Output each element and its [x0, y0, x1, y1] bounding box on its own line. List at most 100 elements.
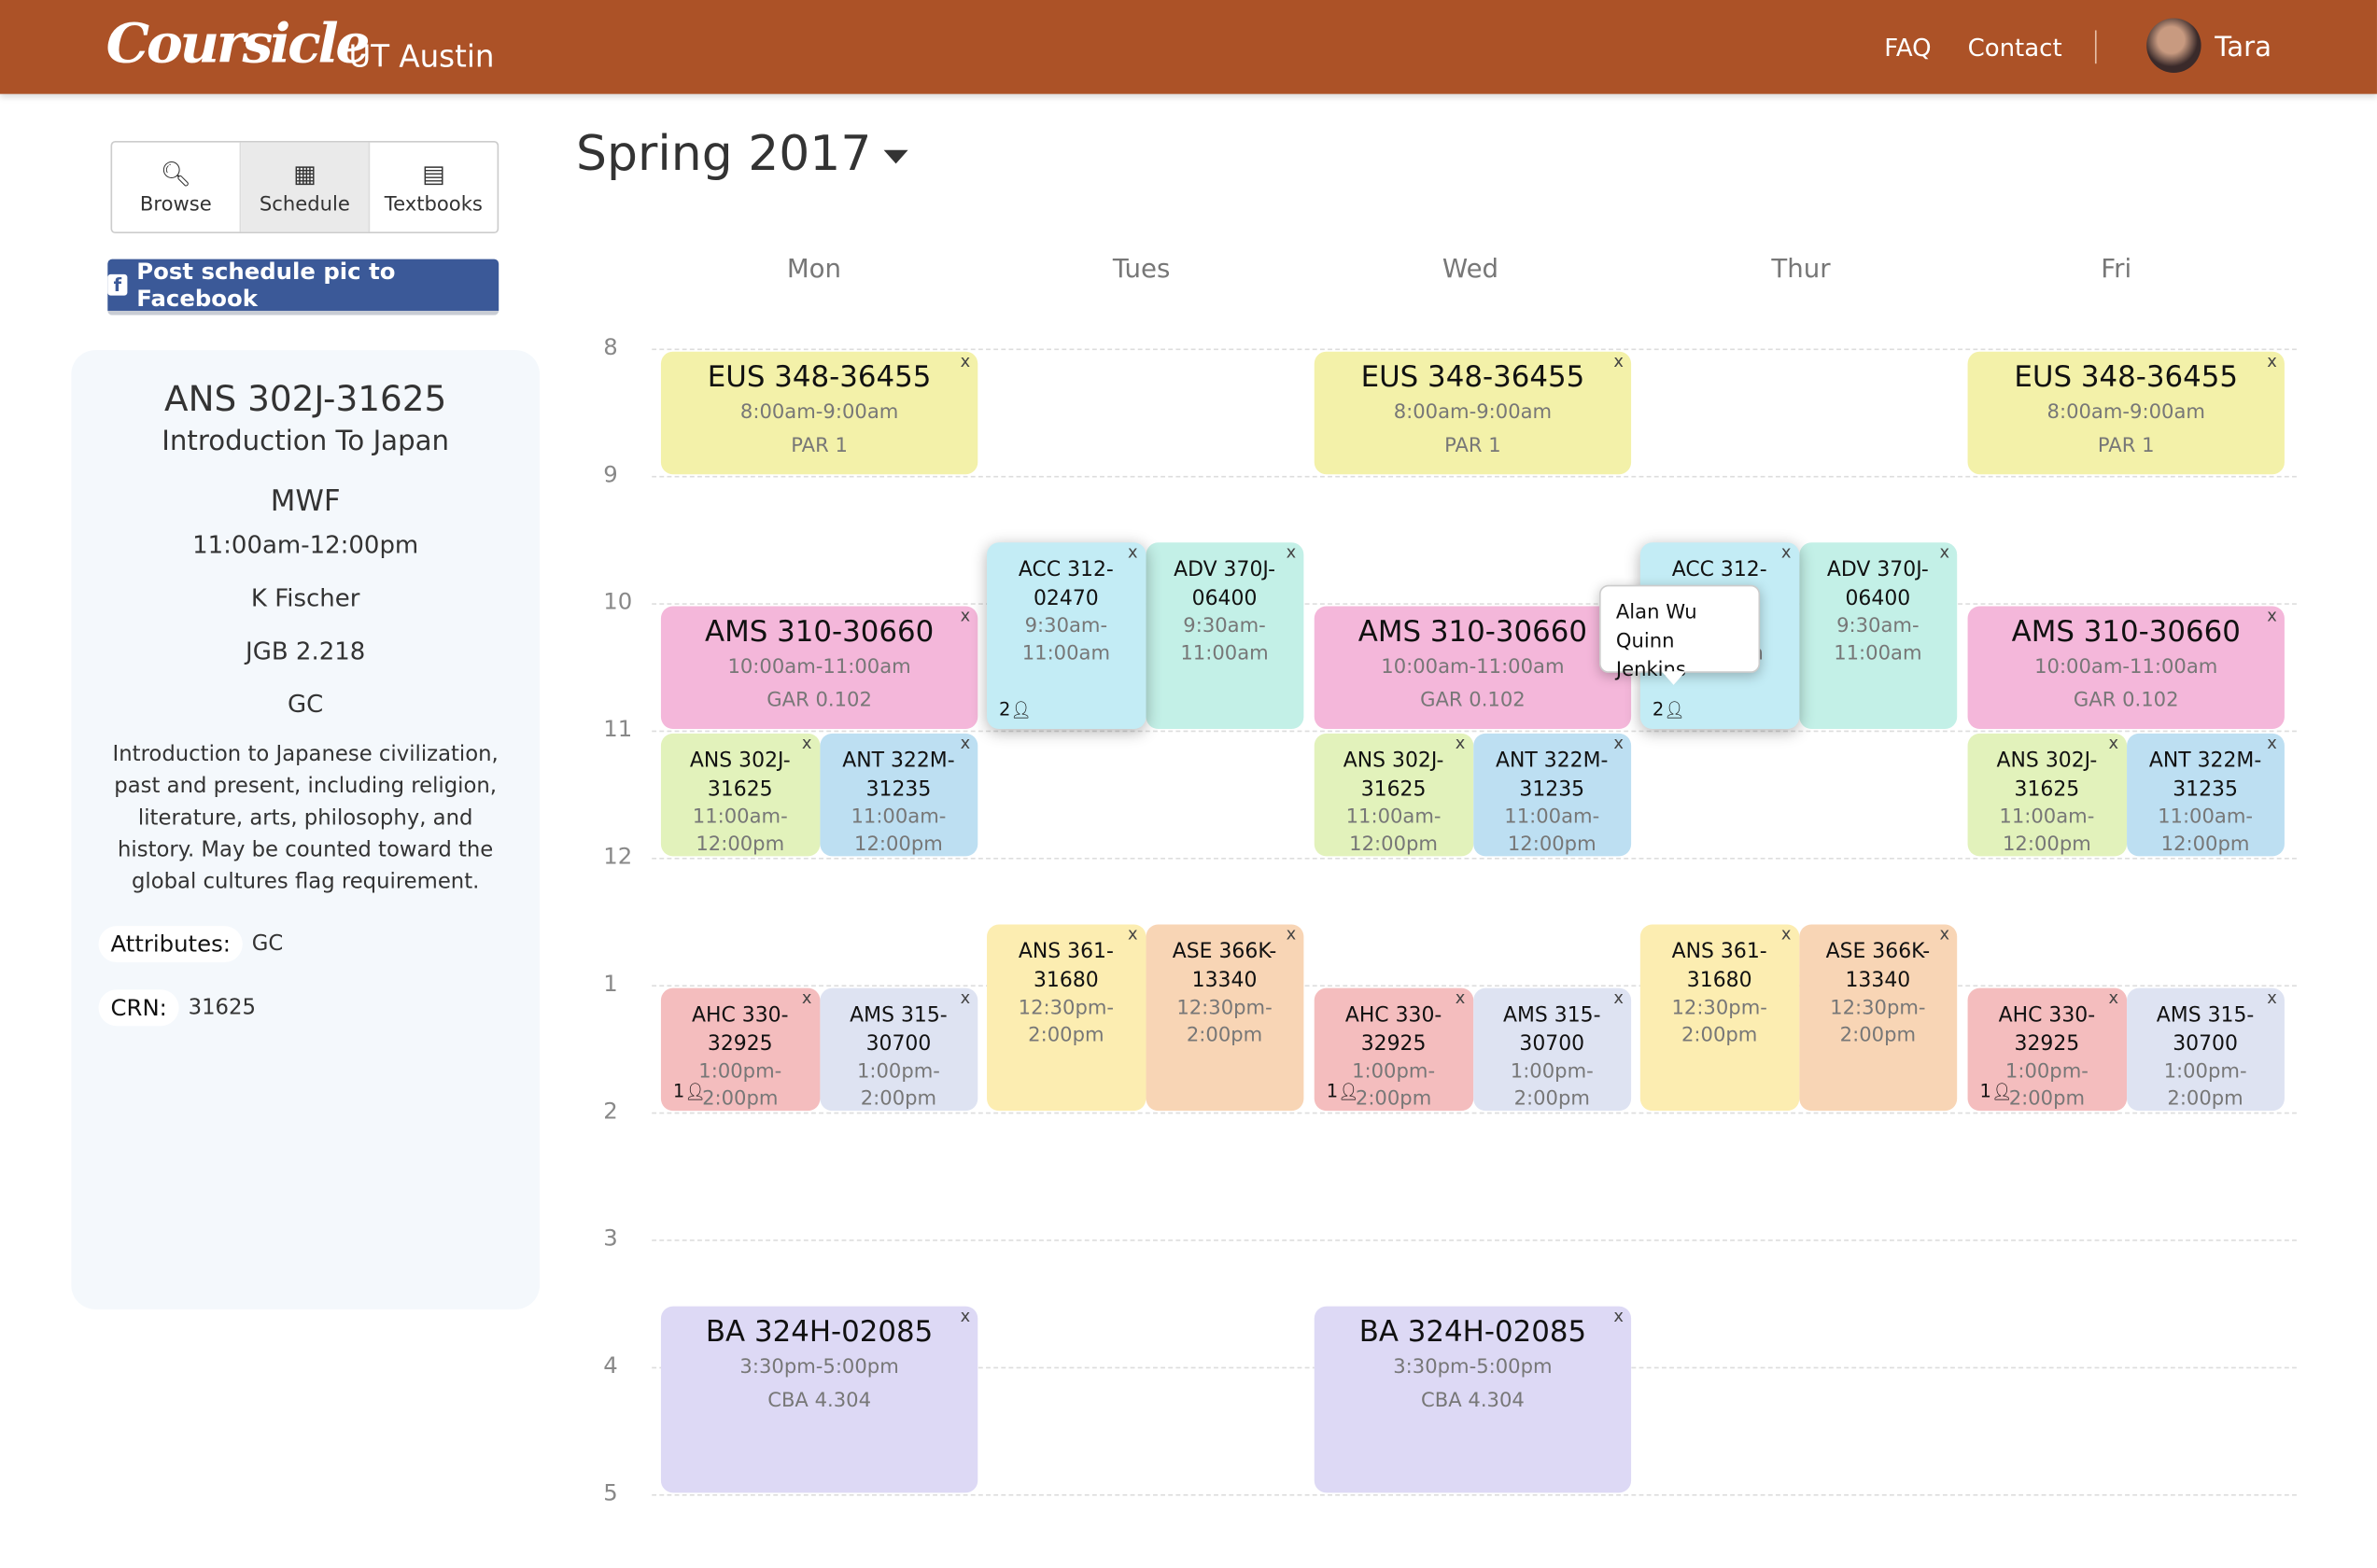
course-block[interactable]: x AHC 330-32925 1:00pm-2:00pm 1👤︎ — [1314, 987, 1473, 1112]
remove-course-button[interactable]: x — [1287, 542, 1297, 562]
remove-course-button[interactable]: x — [2267, 988, 2277, 1008]
hour-gridline — [652, 985, 2297, 987]
course-code: ASE 366K-13340 — [1172, 939, 1277, 993]
course-time: 11:00am-12:00pm — [851, 805, 947, 857]
course-block[interactable]: x ANT 322M-31235 11:00am-12:00pm — [2126, 733, 2285, 857]
course-block[interactable]: x EUS 348-36455 8:00am-9:00am PAR 1 — [1967, 351, 2285, 475]
remove-course-button[interactable]: x — [961, 988, 971, 1008]
remove-course-button[interactable]: x — [1613, 988, 1624, 1008]
remove-course-button[interactable]: x — [1287, 924, 1297, 944]
course-block[interactable]: x AHC 330-32925 1:00pm-2:00pm 1👤︎ — [660, 987, 820, 1112]
course-code: ANT 322M-31235 — [842, 749, 955, 802]
remove-course-button[interactable]: x — [1939, 924, 1949, 944]
course-block[interactable]: x EUS 348-36455 8:00am-9:00am PAR 1 — [1314, 351, 1632, 475]
remove-course-button[interactable]: x — [2267, 606, 2277, 625]
remove-course-button[interactable]: x — [2267, 734, 2277, 753]
course-block[interactable]: xAMS 310-3066010:00am-11:00amGAR 0.102 — [1314, 606, 1632, 729]
course-block[interactable]: xAMS 310-3066010:00am-11:00amGAR 0.102 — [1967, 606, 2285, 729]
remove-course-button[interactable]: x — [2109, 734, 2119, 753]
avatar[interactable] — [2146, 18, 2201, 73]
tab-browse[interactable]: 🔍︎ Browse — [112, 142, 242, 232]
course-block[interactable]: x AHC 330-32925 1:00pm-2:00pm 1👤︎ — [1967, 987, 2127, 1112]
course-instructor: K Fischer — [250, 583, 360, 612]
tab-label: Browse — [139, 193, 212, 217]
friends-count[interactable]: 2👤︎ — [999, 699, 1032, 721]
course-block[interactable]: x EUS 348-36455 8:00am-9:00am PAR 1 — [660, 351, 978, 475]
course-time: 1:00pm-2:00pm — [856, 1060, 940, 1112]
remove-course-button[interactable]: x — [2109, 988, 2119, 1008]
person-icon: 👤︎ — [1664, 700, 1685, 721]
remove-course-button[interactable]: x — [961, 352, 971, 371]
course-time: 11:00am-12:00pm — [2158, 805, 2254, 857]
tab-textbooks[interactable]: ▤ Textbooks — [370, 143, 497, 232]
course-code: ANS 361-31680 — [1671, 939, 1767, 993]
remove-course-button[interactable]: x — [961, 1307, 971, 1326]
course-block[interactable]: x ANS 302J-31625 11:00am-12:00pm — [1314, 733, 1473, 857]
course-block[interactable]: x ASE 366K-13340 12:30pm-2:00pm — [1798, 924, 1958, 1112]
course-time: 11:00am-12:00pm — [1999, 805, 2095, 857]
course-block[interactable]: x ASE 366K-13340 12:30pm-2:00pm — [1145, 924, 1304, 1112]
course-block[interactable]: x AMS 315-30700 1:00pm-2:00pm — [2126, 987, 2285, 1112]
course-code: ANS 302J-31625 — [689, 749, 791, 802]
remove-course-button[interactable]: x — [1456, 734, 1466, 753]
person-icon: 👤︎ — [684, 1082, 707, 1102]
user-name[interactable]: Tara — [2215, 32, 2272, 63]
hour-gridline — [652, 603, 2297, 605]
remove-course-button[interactable]: x — [1939, 542, 1949, 562]
remove-course-button[interactable]: x — [1456, 988, 1466, 1008]
course-block[interactable]: x ACC 312-024709:30am-11:00am 2👤︎ — [987, 542, 1146, 729]
remove-course-button[interactable]: x — [1613, 352, 1624, 371]
friends-count[interactable]: 1👤︎ — [673, 1081, 706, 1102]
course-detail-panel: ANS 302J-31625 Introduction To Japan MWF… — [71, 350, 541, 1309]
remove-course-button[interactable]: x — [961, 734, 971, 753]
nav-divider — [2094, 30, 2097, 64]
remove-course-button[interactable]: x — [1781, 542, 1792, 562]
course-block[interactable]: xAMS 310-3066010:00am-11:00amGAR 0.102 — [660, 606, 978, 729]
friends-count[interactable]: 2👤︎ — [1653, 699, 1685, 721]
remove-course-button[interactable]: x — [1613, 1307, 1624, 1326]
friends-count[interactable]: 1👤︎ — [1327, 1081, 1359, 1102]
tab-schedule[interactable]: ▦ Schedule — [241, 142, 371, 232]
friends-count-number: 2 — [1652, 698, 1665, 721]
course-block[interactable]: x ADV 370J-06400 9:30am-11:00am — [1145, 542, 1304, 729]
course-location: PAR 1 — [1444, 435, 1501, 458]
faq-link[interactable]: FAQ — [1884, 34, 1931, 63]
course-block[interactable]: x ANS 361-31680 12:30pm-2:00pm — [987, 924, 1146, 1112]
course-time: 11:00am-12:00pm — [1345, 805, 1442, 857]
course-location: CBA 4.304 — [1421, 1389, 1525, 1413]
remove-course-button[interactable]: x — [802, 988, 812, 1008]
remove-course-button[interactable]: x — [1781, 924, 1792, 944]
course-block[interactable]: x ADV 370J-06400 9:30am-11:00am — [1798, 542, 1958, 729]
course-time: 10:00am-11:00am — [2034, 656, 2218, 679]
course-block[interactable]: x ANS 302J-31625 11:00am-12:00pm — [660, 733, 820, 857]
course-room: JGB 2.218 — [246, 636, 366, 665]
school-name: UT Austin — [348, 37, 495, 75]
contact-link[interactable]: Contact — [1968, 34, 2062, 63]
course-time: 12:30pm-2:00pm — [1018, 997, 1115, 1047]
course-block[interactable]: x ANT 322M-31235 11:00am-12:00pm — [1472, 733, 1632, 857]
course-location: GAR 0.102 — [1420, 689, 1526, 713]
remove-course-button[interactable]: x — [961, 606, 971, 625]
course-block[interactable]: x ANT 322M-31235 11:00am-12:00pm — [819, 733, 978, 857]
course-block[interactable]: x ANS 302J-31625 11:00am-12:00pm — [1967, 733, 2127, 857]
friends-count-number: 2 — [999, 698, 1011, 721]
remove-course-button[interactable]: x — [2267, 352, 2277, 371]
hour-gridline — [652, 475, 2297, 478]
course-block[interactable]: x BA 324H-02085 3:30pm-5:00pm CBA 4.304 — [660, 1306, 978, 1493]
term-selector[interactable]: Spring 2017 — [576, 124, 908, 182]
course-code: EUS 348-36455 — [707, 360, 932, 395]
course-block[interactable]: x ANS 361-31680 12:30pm-2:00pm — [1639, 924, 1799, 1112]
remove-course-button[interactable]: x — [1128, 542, 1138, 562]
remove-course-button[interactable]: x — [802, 734, 812, 753]
friends-count[interactable]: 1👤︎ — [1980, 1081, 2013, 1102]
course-description: Introduction to Japanese civilization, p… — [112, 742, 499, 894]
course-block[interactable]: x AMS 315-30700 1:00pm-2:00pm — [1472, 987, 1632, 1112]
remove-course-button[interactable]: x — [1613, 734, 1624, 753]
course-block[interactable]: x BA 324H-02085 3:30pm-5:00pm CBA 4.304 — [1314, 1306, 1632, 1493]
remove-course-button[interactable]: x — [1128, 924, 1138, 944]
coursicle-logo[interactable]: Coursicle — [106, 12, 371, 76]
post-to-facebook-button[interactable]: f Post schedule pic to Facebook — [107, 258, 499, 315]
course-time: 8:00am-9:00am — [2046, 401, 2205, 425]
course-block[interactable]: x AMS 315-30700 1:00pm-2:00pm — [819, 987, 978, 1112]
hour-label: 1 — [603, 970, 618, 998]
